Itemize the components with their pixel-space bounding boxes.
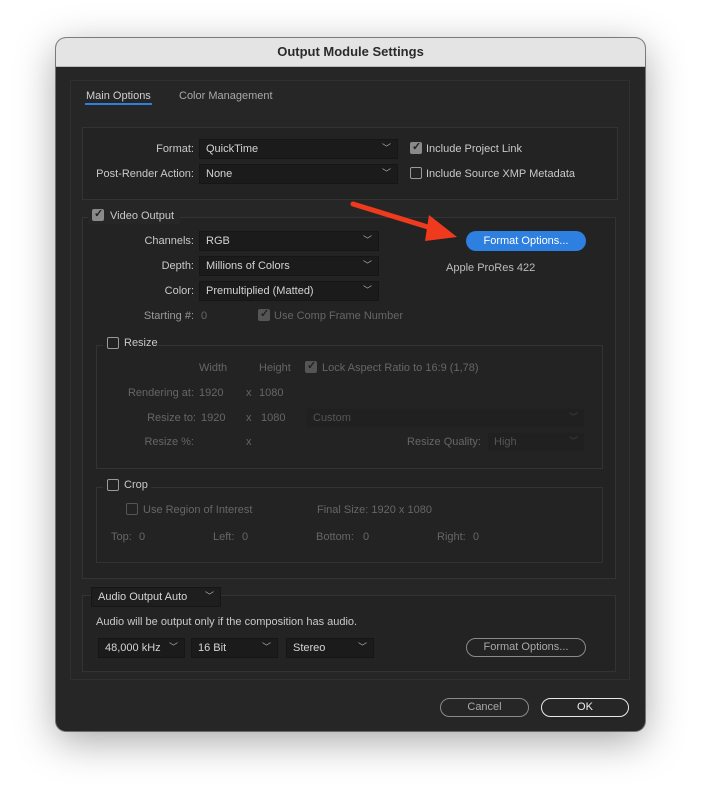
include-xmp-label: Include Source XMP Metadata bbox=[426, 168, 575, 180]
post-render-label: Post-Render Action: bbox=[96, 168, 194, 180]
crop-top-label: Top: bbox=[111, 531, 132, 543]
resize-quality-value: High bbox=[494, 436, 517, 448]
rendering-at-label: Rendering at: bbox=[127, 387, 194, 399]
color-value: Premultiplied (Matted) bbox=[206, 285, 314, 297]
post-render-value: None bbox=[206, 168, 233, 180]
post-render-select[interactable]: None ﹀ bbox=[199, 164, 398, 184]
starting-frame-field[interactable]: 0 bbox=[201, 310, 207, 322]
crop-checkbox[interactable] bbox=[107, 479, 119, 491]
crop-group bbox=[96, 487, 603, 563]
format-select[interactable]: QuickTime ﹀ bbox=[199, 139, 398, 159]
crop-bottom-label: Bottom: bbox=[316, 531, 354, 543]
video-output-label: Video Output bbox=[110, 210, 175, 222]
crop-right-label: Right: bbox=[437, 531, 466, 543]
lock-aspect-checkbox[interactable] bbox=[305, 359, 317, 373]
sample-rate-select[interactable]: 48,000 kHz ﹀ bbox=[98, 638, 185, 658]
times-sign: x bbox=[246, 387, 252, 399]
crop-left-field[interactable]: 0 bbox=[242, 531, 248, 543]
resize-checkbox[interactable] bbox=[107, 337, 119, 349]
audio-note: Audio will be output only if the composi… bbox=[96, 616, 358, 628]
channels-label: Channels: bbox=[144, 235, 194, 247]
video-format-options-button[interactable]: Format Options... bbox=[466, 231, 586, 251]
tab-color-management[interactable]: Color Management bbox=[179, 90, 273, 102]
crop-label: Crop bbox=[124, 479, 148, 491]
audio-output-select[interactable]: Audio Output Auto ﹀ bbox=[91, 587, 221, 607]
ok-button[interactable]: OK bbox=[541, 698, 629, 717]
chevron-down-icon: ﹀ bbox=[362, 260, 372, 270]
codec-label: Apple ProRes 422 bbox=[446, 262, 536, 274]
depth-value: Millions of Colors bbox=[206, 260, 290, 272]
cancel-button[interactable]: Cancel bbox=[440, 698, 529, 717]
starting-frame-label: Starting #: bbox=[143, 310, 194, 322]
chevron-down-icon: ﹀ bbox=[357, 642, 367, 652]
crop-top-field[interactable]: 0 bbox=[139, 531, 145, 543]
use-comp-frame-label: Use Comp Frame Number bbox=[274, 310, 403, 322]
chevron-down-icon: ﹀ bbox=[568, 436, 578, 446]
include-project-link-checkbox[interactable] bbox=[410, 140, 422, 154]
dialog-title: Output Module Settings bbox=[277, 44, 424, 59]
use-roi-checkbox[interactable] bbox=[126, 503, 138, 515]
times-sign: x bbox=[246, 412, 252, 424]
active-tab-underline bbox=[85, 103, 152, 105]
audio-channels-select[interactable]: Stereo ﹀ bbox=[286, 638, 374, 658]
bit-depth-value: 16 Bit bbox=[198, 642, 227, 654]
resize-preset-value: Custom bbox=[313, 412, 351, 424]
resize-quality-select[interactable]: High ﹀ bbox=[487, 432, 585, 452]
resize-height-field[interactable]: 1080 bbox=[261, 412, 285, 424]
red-arrow-annotation bbox=[350, 201, 457, 241]
depth-label: Depth: bbox=[161, 260, 194, 272]
format-value: QuickTime bbox=[206, 143, 259, 155]
use-roi-label: Use Region of Interest bbox=[143, 504, 253, 516]
chevron-down-icon: ﹀ bbox=[381, 168, 391, 178]
resize-to-label: Resize to: bbox=[147, 412, 196, 424]
use-comp-frame-checkbox[interactable] bbox=[258, 307, 270, 321]
lock-aspect-label: Lock Aspect Ratio to 16:9 (1,78) bbox=[322, 362, 479, 374]
height-header: Height bbox=[259, 362, 291, 374]
arrow-head bbox=[425, 215, 457, 241]
audio-output-value: Audio Output Auto bbox=[98, 591, 188, 603]
chevron-down-icon: ﹀ bbox=[261, 642, 271, 652]
chevron-down-icon: ﹀ bbox=[204, 591, 214, 601]
include-project-link-label: Include Project Link bbox=[426, 143, 522, 155]
resize-width-field[interactable]: 1920 bbox=[201, 412, 225, 424]
chevron-down-icon: ﹀ bbox=[362, 285, 372, 295]
format-label: Format: bbox=[156, 143, 194, 155]
resize-quality-label: Resize Quality: bbox=[407, 436, 481, 448]
chevron-down-icon: ﹀ bbox=[568, 412, 578, 422]
rendering-height: 1080 bbox=[259, 387, 284, 399]
crop-bottom-field[interactable]: 0 bbox=[363, 531, 369, 543]
audio-format-options-button[interactable]: Format Options... bbox=[466, 638, 586, 657]
tab-main-options[interactable]: Main Options bbox=[86, 90, 151, 102]
rendering-width: 1920 bbox=[199, 387, 224, 399]
chevron-down-icon: ﹀ bbox=[168, 642, 178, 652]
resize-label: Resize bbox=[124, 337, 158, 349]
crop-right-field[interactable]: 0 bbox=[473, 531, 479, 543]
width-header: Width bbox=[199, 362, 228, 374]
include-xmp-checkbox[interactable] bbox=[410, 167, 422, 179]
color-label: Color: bbox=[164, 285, 194, 297]
bit-depth-select[interactable]: 16 Bit ﹀ bbox=[191, 638, 278, 658]
final-size-label: Final Size: 1920 x 1080 bbox=[317, 504, 432, 516]
channels-value: RGB bbox=[206, 235, 230, 247]
times-sign: x bbox=[246, 436, 252, 448]
depth-select[interactable]: Millions of Colors ﹀ bbox=[199, 256, 379, 276]
video-output-checkbox[interactable] bbox=[92, 207, 104, 221]
chevron-down-icon: ﹀ bbox=[381, 143, 391, 153]
resize-percent-label: Resize %: bbox=[144, 436, 194, 448]
audio-channels-value: Stereo bbox=[293, 642, 326, 654]
crop-left-label: Left: bbox=[213, 531, 235, 543]
color-select[interactable]: Premultiplied (Matted) ﹀ bbox=[199, 281, 379, 301]
resize-preset-select[interactable]: Custom ﹀ bbox=[306, 408, 585, 428]
sample-rate-value: 48,000 kHz bbox=[105, 642, 161, 654]
